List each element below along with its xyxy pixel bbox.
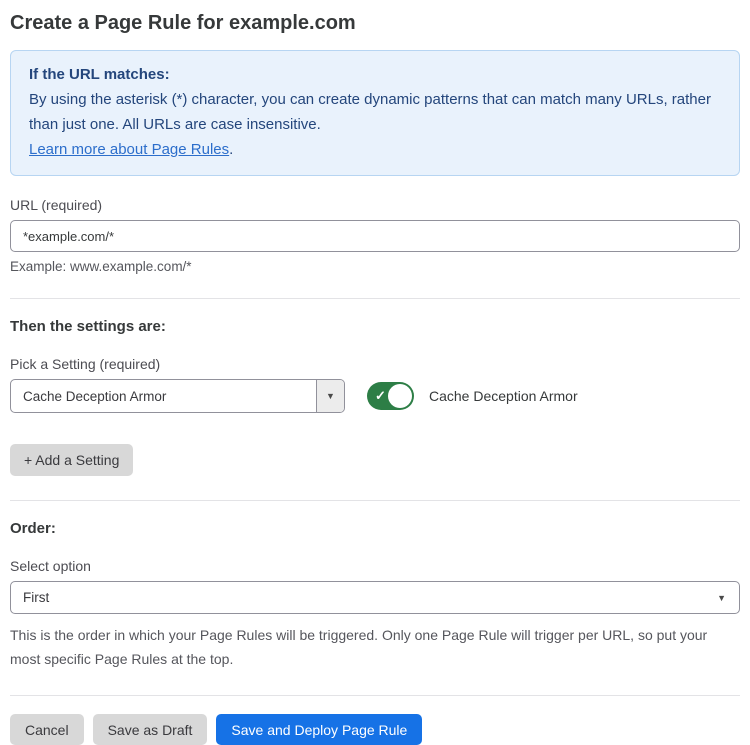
settings-section-heading: Then the settings are: [10, 318, 740, 335]
toggle-knob [388, 384, 412, 408]
url-field-helper: Example: www.example.com/* [10, 259, 740, 274]
page-title: Create a Page Rule for example.com [10, 12, 740, 35]
toggle-label: Cache Deception Armor [429, 388, 578, 404]
order-select-label: Select option [10, 558, 740, 574]
url-matches-info-box: If the URL matches: By using the asteris… [10, 50, 740, 176]
order-section-heading: Order: [10, 520, 740, 537]
info-box-link-line: Learn more about Page Rules. [29, 137, 721, 162]
cancel-button[interactable]: Cancel [10, 714, 84, 745]
order-select[interactable]: First ▼ [10, 581, 740, 614]
url-input[interactable] [10, 220, 740, 252]
add-setting-button[interactable]: + Add a Setting [10, 444, 133, 476]
learn-more-link[interactable]: Learn more about Page Rules [29, 141, 229, 158]
setting-select[interactable]: Cache Deception Armor ▼ [10, 379, 345, 413]
dropdown-arrow-icon[interactable]: ▼ [316, 380, 344, 412]
divider [10, 695, 740, 696]
checkmark-icon: ✓ [375, 388, 386, 404]
info-box-heading: If the URL matches: [29, 62, 721, 87]
save-as-draft-button[interactable]: Save as Draft [93, 714, 208, 745]
order-helper-text: This is the order in which your Page Rul… [10, 623, 715, 671]
url-field-label: URL (required) [10, 197, 740, 213]
order-select-value: First [11, 590, 717, 605]
footer-buttons: Cancel Save as Draft Save and Deploy Pag… [10, 714, 740, 745]
dropdown-arrow-icon: ▼ [717, 593, 739, 603]
save-and-deploy-button[interactable]: Save and Deploy Page Rule [216, 714, 422, 745]
page-rule-form: Create a Page Rule for example.com If th… [0, 12, 750, 745]
pick-setting-label: Pick a Setting (required) [10, 356, 740, 372]
cache-deception-armor-toggle[interactable]: ✓ [367, 382, 414, 410]
divider [10, 298, 740, 299]
divider [10, 500, 740, 501]
setting-row: Cache Deception Armor ▼ ✓ Cache Deceptio… [10, 379, 740, 413]
link-suffix: . [229, 141, 233, 158]
setting-select-value: Cache Deception Armor [11, 389, 316, 404]
info-box-body: By using the asterisk (*) character, you… [29, 87, 721, 137]
